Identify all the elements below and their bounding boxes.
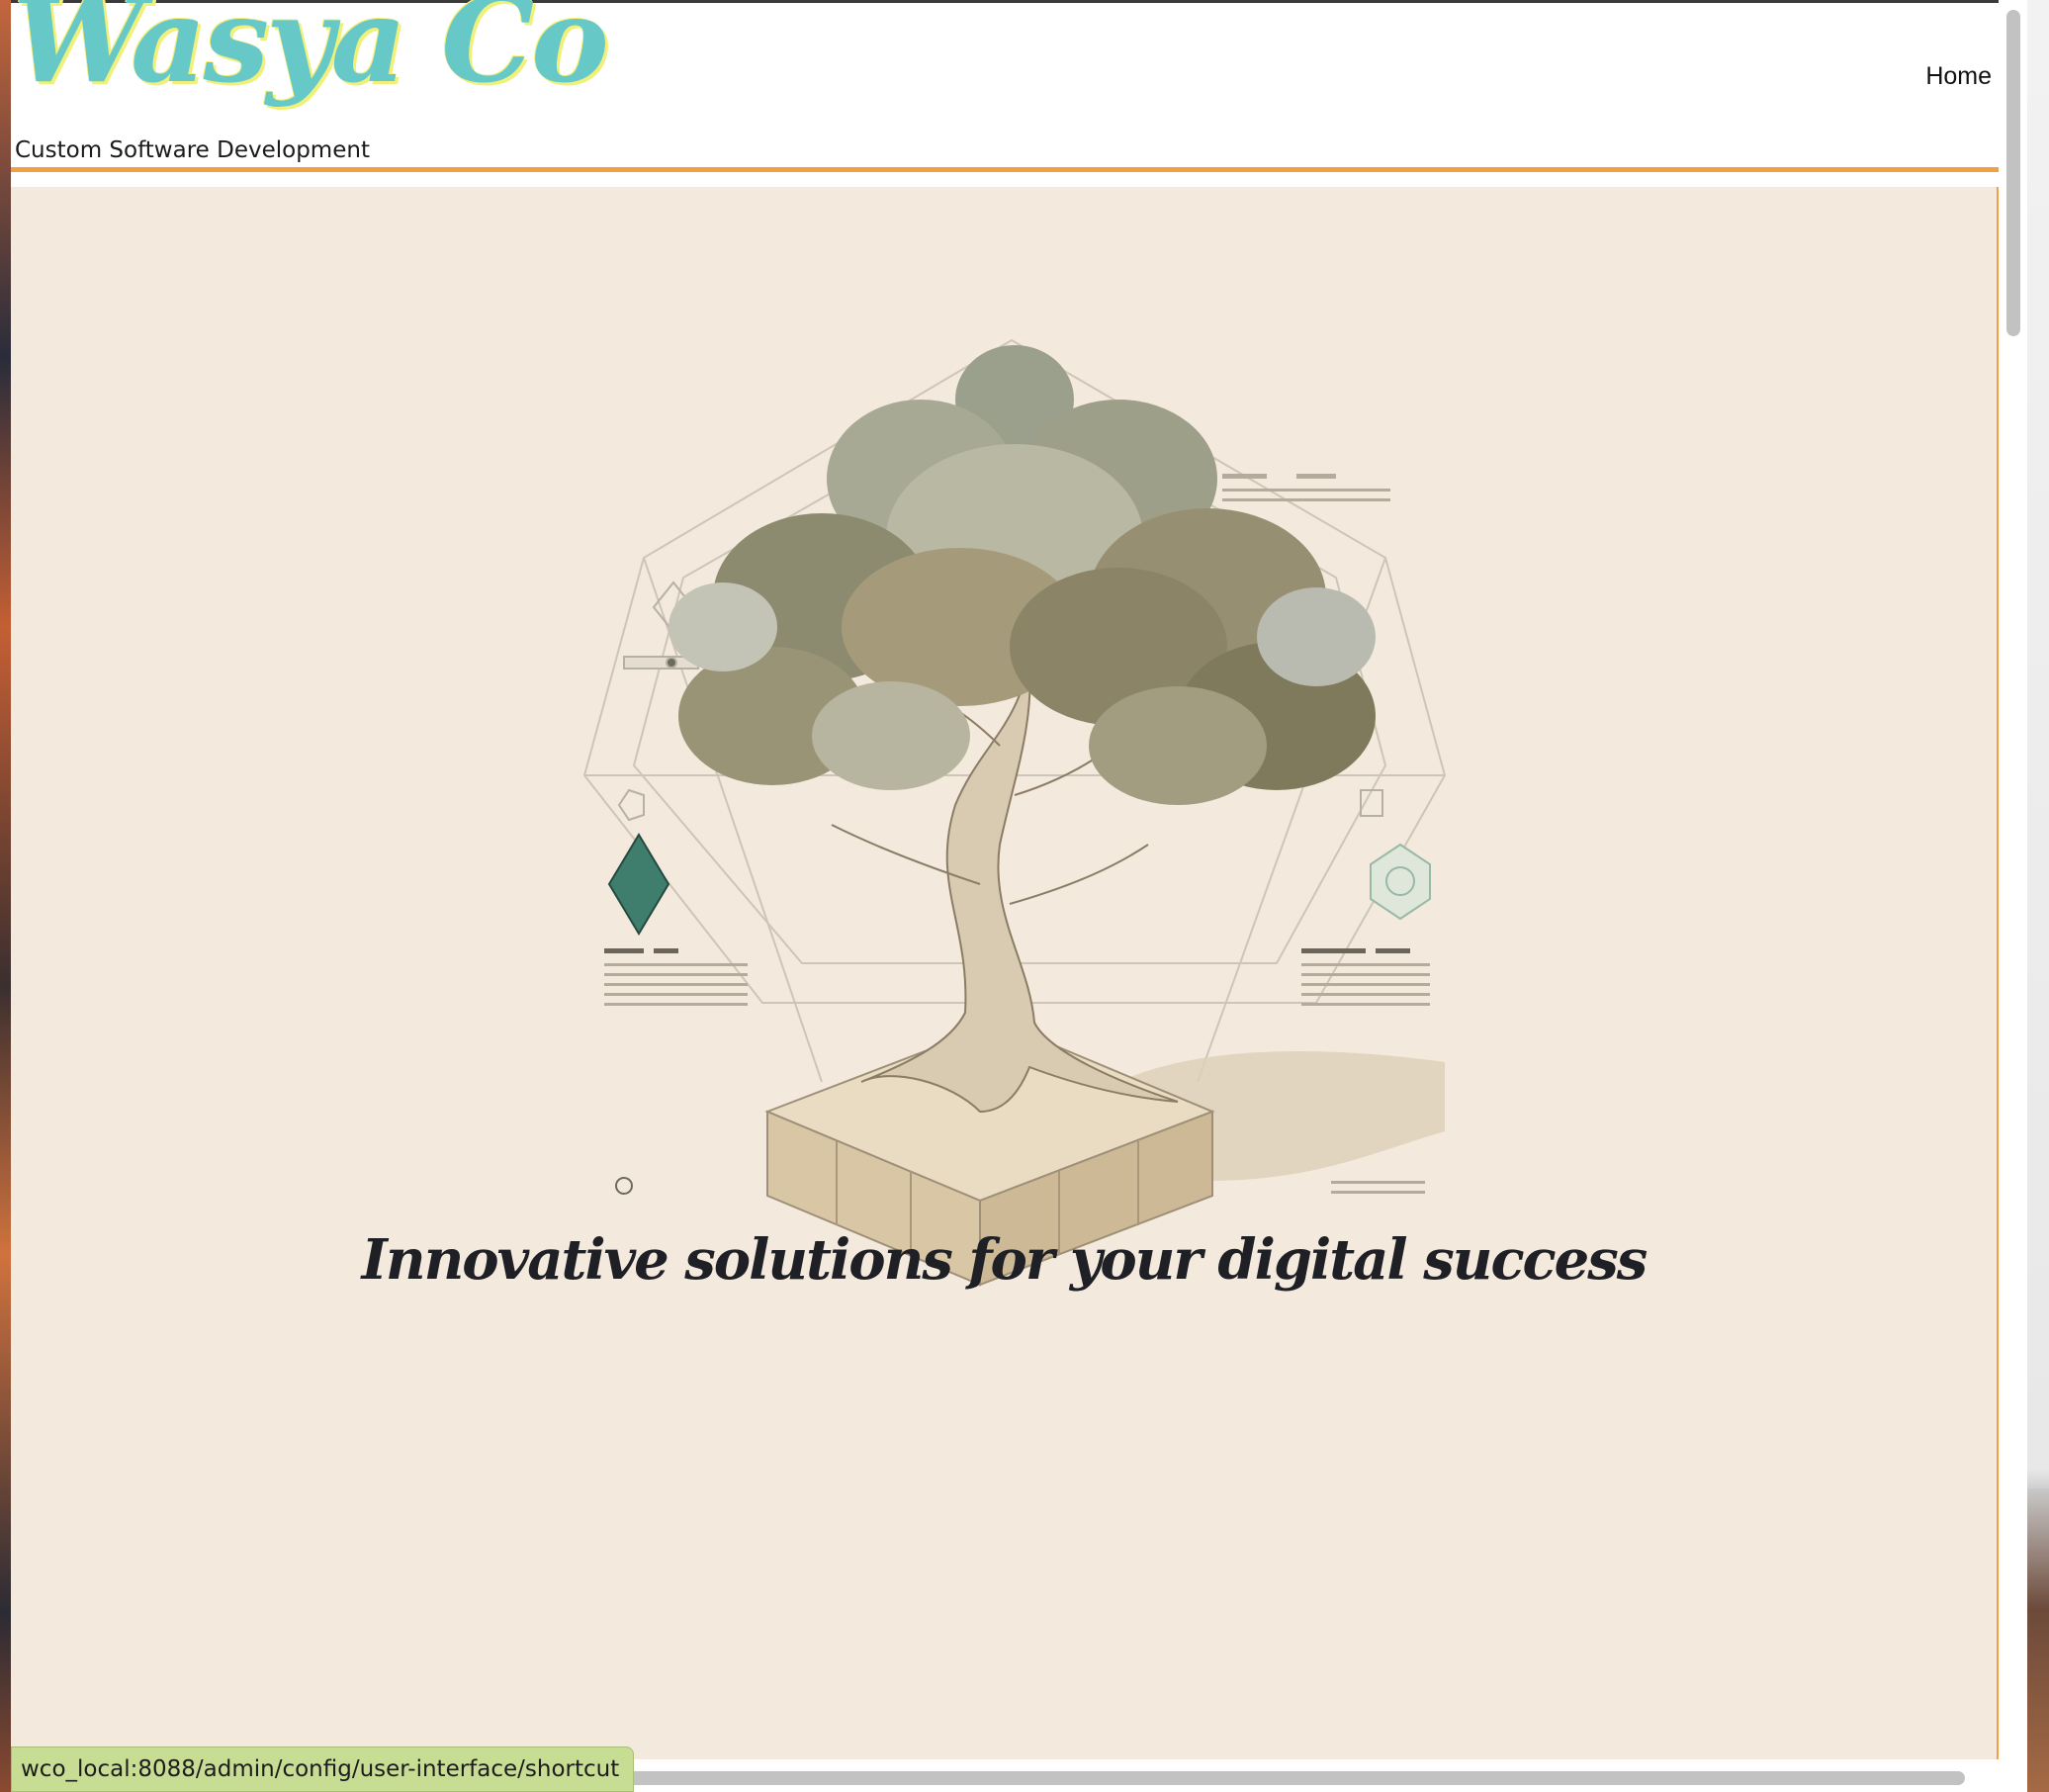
site-tagline: Custom Software Development xyxy=(15,137,370,163)
tree-on-wooden-block-illustration xyxy=(582,338,1447,1287)
green-gem-shape xyxy=(607,833,670,936)
hero-headline: Innovative solutions for your digital su… xyxy=(361,1227,1648,1293)
vertical-scrollbar-thumb[interactable] xyxy=(2006,10,2020,336)
site-logo[interactable]: Wasya Co xyxy=(13,0,609,109)
vertical-scrollbar[interactable] xyxy=(1999,0,2027,1792)
desktop-background-left xyxy=(0,0,11,1792)
hero-section: Innovative solutions for your digital su… xyxy=(11,187,1999,1792)
status-bar-link-url: wco_local:8088/admin/config/user-interfa… xyxy=(11,1747,635,1792)
horizontal-scrollbar-thumb[interactable] xyxy=(624,1771,1965,1785)
desktop-background-right-bottom xyxy=(2027,1488,2049,1792)
nav-link-home[interactable]: Home xyxy=(1925,62,1992,91)
header-spacer xyxy=(11,172,1999,187)
browser-viewport: Wasya Co Custom Software Development Hom… xyxy=(11,0,2027,1792)
site-header: Wasya Co Custom Software Development Hom… xyxy=(11,0,1999,167)
